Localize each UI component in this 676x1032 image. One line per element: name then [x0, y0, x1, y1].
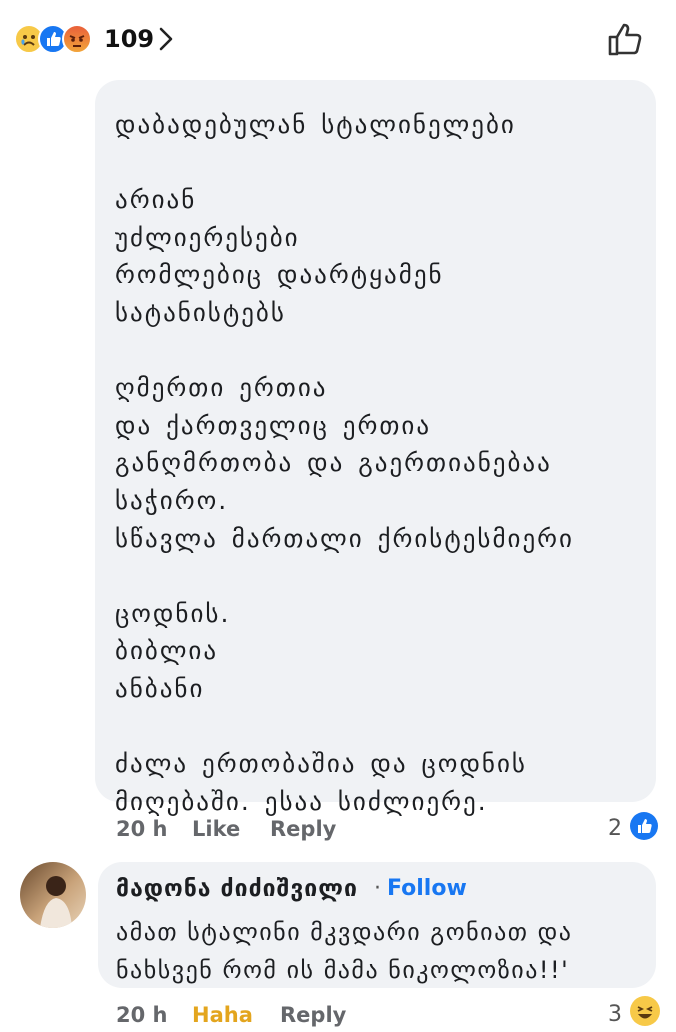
avatar[interactable] — [20, 862, 86, 928]
comment-line: განღმრთობა და გაერთიანებაა — [115, 448, 552, 478]
reply-button[interactable]: Reply — [280, 998, 346, 1032]
comment-line — [115, 557, 645, 595]
reply-line: ამათ სტალინი მკვდარი გონიათ და — [116, 918, 573, 946]
comment-line: რომლებიც დაარტყამენ — [115, 260, 444, 290]
comment-line: სატანისტებს — [115, 297, 286, 327]
reactions-bar: 109 — [0, 0, 676, 80]
reaction-icons[interactable] — [14, 24, 104, 54]
comment-line: ანბანი — [115, 673, 205, 703]
comment-line — [115, 332, 645, 370]
comment-line: ძალა ერთობაშია და ცოდნის — [115, 749, 527, 779]
comment-bubble: დაბადებულან სტალინელები არიან უძლიერესებ… — [95, 80, 656, 816]
comment-line: უძლიერესები — [115, 222, 300, 252]
comment-line: დაბადებულან სტალინელები — [115, 110, 516, 139]
comment-reaction-count[interactable]: 2 — [608, 812, 622, 846]
reply-author-name[interactable]: მადონა ძიძიშვილი — [116, 876, 358, 902]
comment-line: არიან — [115, 185, 197, 215]
follow-button[interactable]: Follow — [387, 876, 467, 901]
reply-text: ამათ სტალინი მკვდარი გონიათ და ნახსვენ რ… — [116, 913, 572, 989]
comment-line: ბიბლია — [115, 636, 219, 666]
separator-dot: · — [374, 876, 381, 901]
reply-line: ნახსვენ რომ ის მამა ნიკოლოზია!!' — [116, 956, 570, 984]
reply-reaction-count[interactable]: 3 — [608, 998, 622, 1032]
reaction-count[interactable]: 109 — [104, 24, 154, 54]
comment-line — [115, 708, 645, 746]
comment-line: და ქართველიც ერთია — [115, 410, 432, 440]
reply-actions: 20 h Haha Reply — [116, 998, 636, 1032]
comment-timestamp[interactable]: 20 h — [116, 812, 168, 846]
comment-line: სწავლა მართალი ქრისტესმიერი — [115, 523, 574, 553]
comment-line: ცოდნის. — [115, 598, 231, 628]
comment-line — [115, 144, 645, 182]
reply-button[interactable]: Reply — [270, 812, 336, 846]
haha-badge-icon[interactable] — [630, 996, 660, 1026]
like-badge-icon[interactable] — [630, 812, 658, 840]
reply-bubble: მადონა ძიძიშვილი · Follow ამათ სტალინი მ… — [98, 862, 656, 988]
comment-text: დაბადებულან სტალინელები არიან უძლიერესებ… — [115, 106, 645, 820]
comment-actions: 20 h Like Reply — [116, 812, 636, 846]
comment-line: ღმერთი ერთია — [115, 373, 328, 403]
reply-timestamp[interactable]: 20 h — [116, 998, 168, 1032]
comment-line: საჭირო. — [115, 485, 229, 515]
haha-reaction-button[interactable]: Haha — [192, 998, 253, 1032]
angry-reaction-icon — [62, 24, 92, 54]
like-thumb-icon[interactable] — [606, 20, 644, 58]
chevron-right-icon[interactable] — [156, 26, 176, 52]
like-button[interactable]: Like — [192, 812, 240, 846]
